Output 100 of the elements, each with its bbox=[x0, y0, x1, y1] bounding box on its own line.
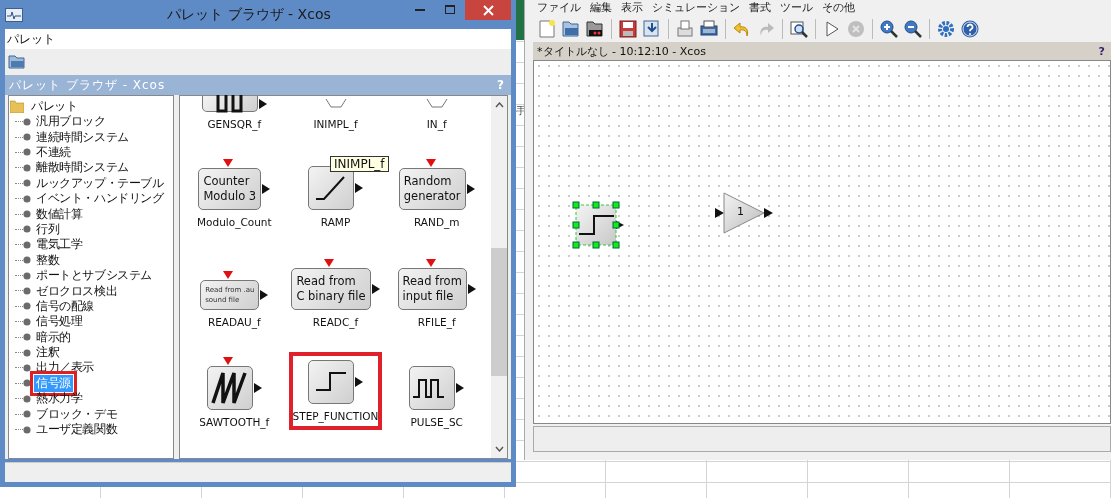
scrollbar[interactable] bbox=[491, 96, 507, 458]
bullet-icon bbox=[23, 194, 31, 203]
spreadsheet-ribbon bbox=[516, 0, 524, 40]
bullet-icon bbox=[23, 302, 31, 311]
bullet-icon bbox=[23, 133, 31, 142]
tree-item[interactable]: パレット bbox=[29, 97, 80, 115]
app-icon bbox=[5, 7, 23, 22]
panel-title: パレット ブラウザ - Xcos bbox=[9, 76, 166, 94]
scroll-down-icon[interactable] bbox=[494, 446, 504, 452]
tree-item[interactable]: 電気工学 bbox=[34, 236, 85, 254]
tree-item[interactable]: ブロック・デモ bbox=[34, 405, 120, 423]
palette-block[interactable] bbox=[409, 366, 456, 410]
tree-item[interactable]: ルックアップ・テーブル bbox=[34, 174, 166, 192]
diagram-title: *タイトルなし - 10:12:10 - Xcos bbox=[537, 43, 706, 59]
tree-item[interactable]: ゼロクロス検出 bbox=[34, 282, 120, 300]
menu-item[interactable]: 編集 bbox=[590, 1, 612, 15]
sheet-cell-text: 手 bbox=[516, 104, 526, 118]
menu-item[interactable]: ツール bbox=[780, 1, 813, 15]
menu-item[interactable]: ファイル bbox=[537, 1, 581, 15]
tree-item[interactable]: 汎用ブロック bbox=[34, 113, 108, 131]
block-name: READC_f bbox=[312, 316, 359, 328]
bullet-icon bbox=[23, 179, 31, 188]
block-name: GENSQR_f bbox=[207, 118, 262, 130]
tree-item[interactable]: ポートとサブシステム bbox=[34, 267, 154, 285]
palette-block[interactable] bbox=[206, 366, 253, 410]
open-icon[interactable] bbox=[561, 19, 581, 39]
palette-block[interactable] bbox=[308, 360, 354, 404]
tree-item[interactable]: 連続時間システム bbox=[34, 128, 131, 146]
bullet-icon bbox=[23, 348, 31, 357]
tree-item[interactable]: 注釈 bbox=[34, 344, 62, 362]
block-name: RAMP bbox=[320, 216, 351, 228]
tree-item[interactable]: 離散時間システム bbox=[34, 159, 131, 177]
palette-block[interactable]: Read from C binary file bbox=[291, 268, 371, 310]
menu-item[interactable]: パレット bbox=[7, 30, 55, 48]
open-folder-icon[interactable] bbox=[585, 19, 605, 39]
bullet-icon bbox=[23, 410, 31, 419]
menu-item[interactable]: 表示 bbox=[621, 1, 643, 15]
square-wave-icon bbox=[214, 94, 245, 113]
bullet-icon bbox=[23, 148, 31, 157]
bullet-icon bbox=[23, 317, 31, 326]
zoom-in-icon[interactable] bbox=[879, 19, 899, 39]
bullet-icon bbox=[23, 287, 31, 295]
step-block[interactable] bbox=[572, 201, 626, 249]
tree-item[interactable]: イベント・ハンドリング bbox=[34, 190, 166, 208]
block-name: Modulo_Count bbox=[197, 216, 272, 228]
bullet-icon bbox=[23, 163, 31, 172]
palette-block[interactable]: Read from input file bbox=[397, 268, 467, 310]
tree-item[interactable]: 行列 bbox=[34, 220, 62, 238]
scrollbar-thumb[interactable] bbox=[491, 248, 507, 376]
bullet-icon bbox=[23, 117, 31, 126]
bullet-icon bbox=[23, 210, 31, 219]
settings-icon[interactable] bbox=[936, 19, 956, 39]
port-icon bbox=[425, 99, 448, 109]
block-name: INIMPL_f bbox=[313, 118, 358, 130]
palette-block[interactable]: Counter Modulo 3 bbox=[198, 168, 262, 210]
tree-item[interactable]: 信号の配線 bbox=[34, 297, 96, 315]
bullet-icon bbox=[23, 225, 31, 234]
fit-icon[interactable] bbox=[789, 19, 809, 39]
scroll-up-icon[interactable] bbox=[494, 102, 504, 108]
bullet-icon bbox=[23, 425, 31, 434]
tree-item[interactable]: 整数 bbox=[34, 251, 62, 269]
palette-block[interactable] bbox=[201, 96, 258, 112]
bullet-icon bbox=[23, 271, 31, 280]
block-name: RAND_m bbox=[413, 216, 460, 228]
window-title: パレット ブラウザ - Xcos bbox=[166, 5, 332, 24]
maximize-icon bbox=[445, 5, 455, 15]
step-icon bbox=[315, 370, 347, 394]
menu-item[interactable]: 書式 bbox=[749, 1, 771, 15]
close-icon bbox=[482, 4, 494, 16]
menu-item[interactable]: シミュレーション bbox=[652, 1, 740, 15]
minimize-icon bbox=[415, 9, 425, 11]
bullet-icon bbox=[23, 240, 31, 249]
help-button[interactable]: ? bbox=[1098, 44, 1105, 58]
tree-item[interactable]: 数値計算 bbox=[34, 205, 85, 223]
tree-item[interactable]: 暗示的 bbox=[34, 328, 73, 346]
menu-item[interactable]: その他 bbox=[822, 1, 855, 15]
block-name: STEP_FUNCTION bbox=[292, 410, 379, 422]
bullet-icon bbox=[23, 363, 31, 372]
tooltip: INIMPL_f bbox=[330, 156, 389, 172]
close-button[interactable] bbox=[465, 0, 511, 20]
bullet-icon bbox=[23, 256, 31, 265]
block-name: RFILE_f bbox=[417, 316, 456, 328]
tree-item[interactable]: ユーザ定義関数 bbox=[34, 421, 120, 438]
save-icon[interactable] bbox=[618, 19, 638, 39]
print-icon[interactable] bbox=[699, 19, 719, 39]
block-name: IN_f bbox=[426, 118, 447, 130]
zoom-out-icon[interactable] bbox=[903, 19, 923, 39]
port-icon bbox=[324, 99, 347, 109]
palette-block[interactable]: Random generator bbox=[398, 168, 466, 210]
bullet-icon bbox=[23, 379, 31, 388]
block-name: PULSE_SC bbox=[410, 416, 463, 428]
block-name: READAU_f bbox=[207, 316, 261, 328]
tree-item[interactable]: 不連続 bbox=[34, 144, 73, 161]
save-as-icon[interactable] bbox=[642, 19, 662, 39]
tree-item[interactable]: 信号処理 bbox=[34, 313, 85, 331]
block-name: SAWTOOTH_f bbox=[199, 416, 270, 428]
folder-icon bbox=[10, 99, 24, 113]
bullet-icon bbox=[23, 394, 31, 403]
help-icon[interactable] bbox=[960, 19, 980, 39]
bullet-icon bbox=[23, 333, 31, 342]
